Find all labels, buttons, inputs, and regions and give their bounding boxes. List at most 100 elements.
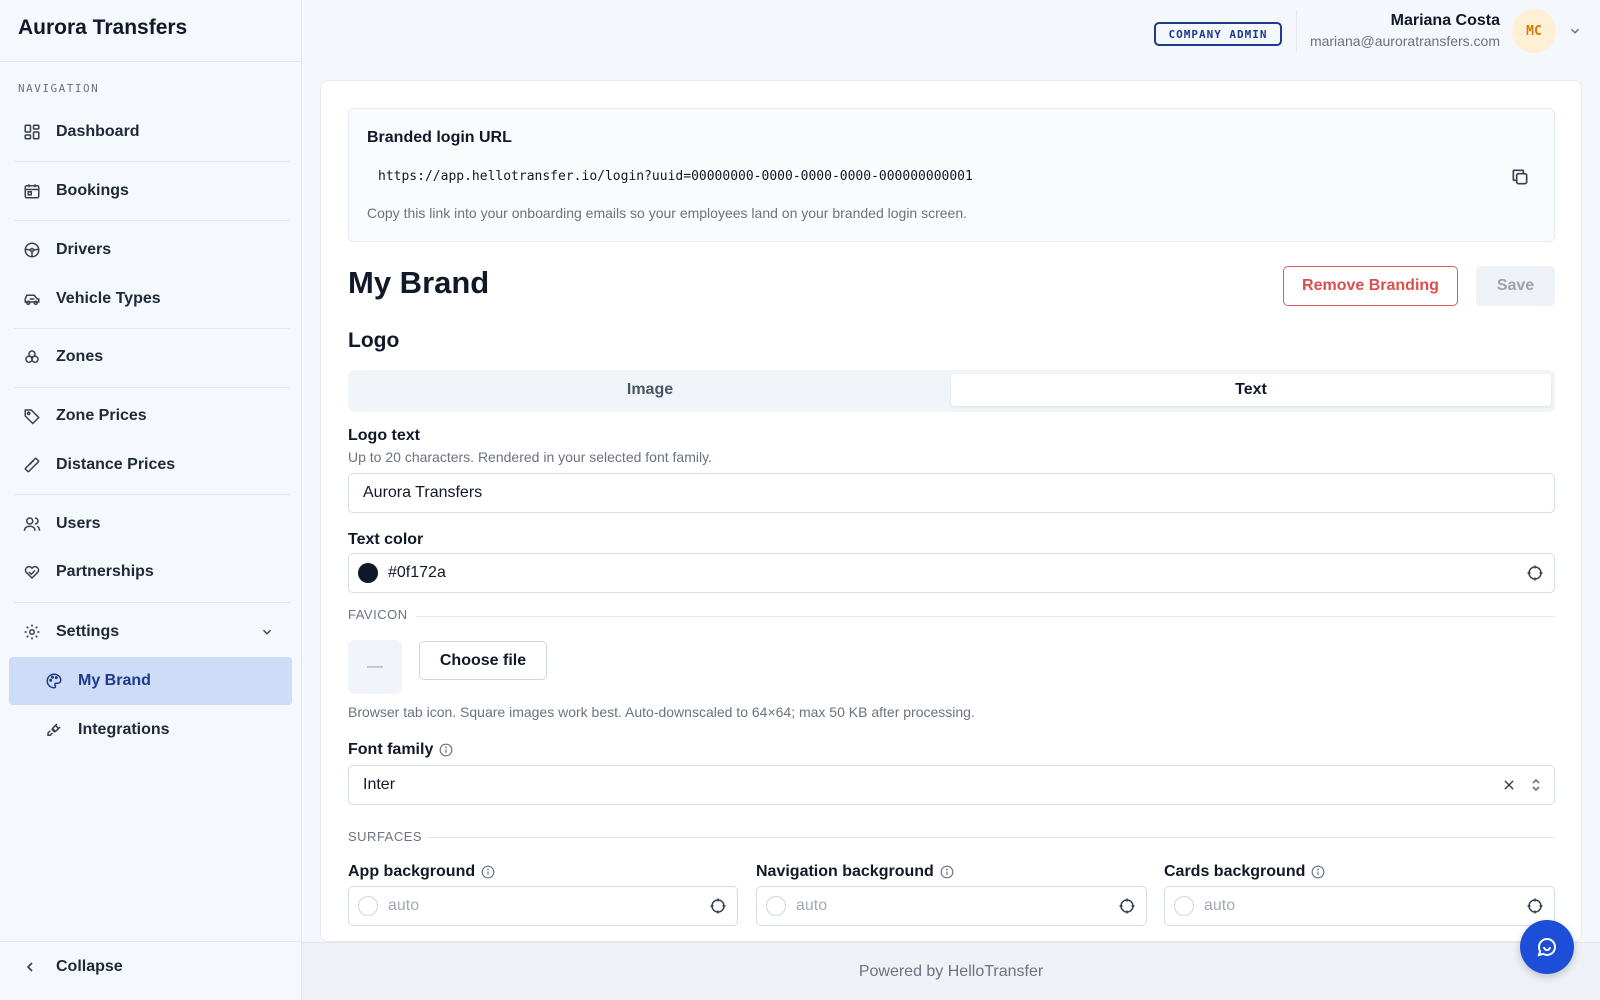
sidebar-item-label: Bookings [56,182,129,199]
plug-icon [44,720,64,740]
zones-icon [22,347,42,367]
branded-login-url-panel: Branded login URL https://app.hellotrans… [348,108,1555,242]
sidebar-item-label: My Brand [78,672,151,689]
copy-icon[interactable] [1510,167,1530,187]
cards-background-label: Cards background [1164,863,1325,881]
font-family-value: Inter [363,776,396,793]
user-name: Mariana Costa [1390,12,1500,29]
empty-color-swatch [766,896,786,916]
text-color-input[interactable]: #0f172a [348,553,1555,593]
sidebar-item-bookings[interactable]: Bookings [14,174,290,208]
cards-background-placeholder: auto [1204,897,1236,914]
sidebar-item-dashboard[interactable]: Dashboard [14,115,290,149]
color-picker-icon[interactable] [709,897,727,915]
sidebar-item-label: Settings [56,623,120,640]
sidebar-item-distance-prices[interactable]: Distance Prices [14,448,290,482]
logo-text-input[interactable]: Aurora Transfers [348,473,1555,513]
divider [0,941,301,942]
url-panel-title: Branded login URL [367,129,512,146]
divider [14,161,290,162]
choose-file-button[interactable]: Choose file [419,641,547,680]
font-family-select[interactable]: Inter [348,765,1555,805]
footer-text: Powered by HelloTransfer [858,962,1044,980]
divider [14,494,290,495]
cards-background-input[interactable]: auto [1164,886,1555,926]
sidebar-item-users[interactable]: Users [14,507,290,541]
sidebar-item-label: Zone Prices [56,407,147,424]
empty-color-swatch [1174,896,1194,916]
sidebar-item-label: Partnerships [56,563,154,580]
avatar[interactable]: MC [1512,9,1556,53]
clear-icon[interactable] [1502,778,1516,792]
divider [14,602,290,603]
sidebar-item-partnerships[interactable]: Partnerships [14,555,290,589]
save-button[interactable]: Save [1476,266,1555,306]
info-icon[interactable] [481,865,495,879]
color-picker-icon[interactable] [1526,564,1544,582]
cards-background-label-text: Cards background [1164,863,1306,880]
divider [14,328,290,329]
remove-branding-button[interactable]: Remove Branding [1283,266,1458,306]
sidebar-item-integrations[interactable]: Integrations [9,706,292,754]
chevron-left-icon [22,959,42,975]
collapse-button[interactable]: Collapse [22,958,123,976]
favicon-section-label: FAVICON [348,607,408,622]
sidebar-item-label: Drivers [56,241,112,258]
url-help-text: Copy this link into your onboarding emai… [367,205,968,221]
select-caret-icon[interactable] [1530,777,1542,793]
sidebar-item-label: Users [56,515,101,532]
tag-icon [22,406,42,426]
sidebar-item-drivers[interactable]: Drivers [14,233,290,267]
gear-icon [22,622,42,642]
sidebar-item-vehicle-types[interactable]: Vehicle Types [14,282,290,316]
logo-text-label: Logo text [348,427,420,444]
footer: Powered by HelloTransfer [302,942,1600,1000]
sidebar-item-settings[interactable]: Settings [14,615,290,649]
divider [14,387,290,388]
role-badge: COMPANY ADMIN [1154,22,1282,46]
app-background-label: App background [348,863,495,881]
favicon-hint: Browser tab icon. Square images work bes… [348,704,975,720]
chevron-down-icon[interactable] [260,625,274,639]
palette-icon [44,671,64,691]
navigation-background-label-text: Navigation background [756,863,934,880]
divider [14,220,290,221]
ruler-icon [22,455,42,475]
sidebar-item-label: Integrations [78,721,170,738]
login-url-value[interactable]: https://app.hellotransfer.io/login?uuid=… [378,169,973,184]
sidebar-item-zone-prices[interactable]: Zone Prices [14,399,290,433]
sidebar-item-my-brand[interactable]: My Brand [9,657,292,705]
sidebar-item-zones[interactable]: Zones [14,340,290,374]
user-menu-chevron-down-icon[interactable] [1568,24,1582,38]
steering-wheel-icon [22,240,42,260]
divider [416,616,1555,617]
app-brand: Aurora Transfers [18,16,188,39]
sidebar-item-label: Zones [56,348,104,365]
tab-image[interactable]: Image [352,374,948,406]
divider [0,61,301,62]
navigation-background-input[interactable]: auto [756,886,1147,926]
app-background-label-text: App background [348,863,476,880]
dashboard-icon [22,122,42,142]
empty-color-swatch [358,896,378,916]
color-picker-icon[interactable] [1118,897,1136,915]
calendar-icon [22,181,42,201]
users-icon [22,514,42,534]
sidebar-item-label: Distance Prices [56,456,176,473]
color-picker-icon[interactable] [1526,897,1544,915]
app-background-placeholder: auto [388,897,420,914]
chat-support-button[interactable] [1520,920,1574,974]
car-icon [22,289,42,309]
tab-text[interactable]: Text [951,374,1551,406]
favicon-preview: — [348,640,402,694]
sidebar: Aurora Transfers NAVIGATION Dashboard Bo… [0,0,302,1000]
logo-text-hint: Up to 20 characters. Rendered in your se… [348,449,712,465]
app-background-input[interactable]: auto [348,886,738,926]
logo-type-toggle: Image Text [348,370,1555,412]
info-icon[interactable] [940,865,954,879]
info-icon[interactable] [439,743,453,757]
text-color-label: Text color [348,531,424,548]
user-email: mariana@auroratransfers.com [1309,33,1500,49]
logo-text-value: Aurora Transfers [363,484,483,501]
info-icon[interactable] [1311,865,1325,879]
